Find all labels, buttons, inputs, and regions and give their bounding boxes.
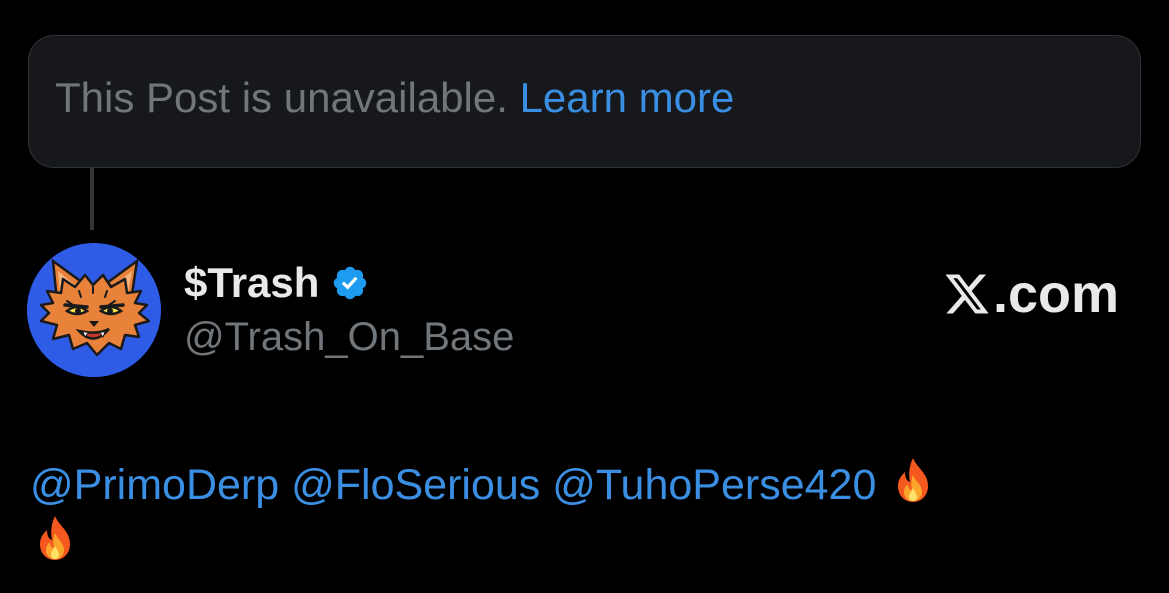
- mention-link[interactable]: @TuhoPerse420: [552, 461, 876, 509]
- learn-more-link[interactable]: Learn more: [520, 74, 735, 121]
- author-name-row[interactable]: $Trash: [184, 258, 369, 308]
- author-handle[interactable]: @Trash_On_Base: [184, 312, 514, 362]
- notice-message: This Post is unavailable.: [55, 74, 508, 121]
- x-logo-icon: [945, 274, 989, 314]
- post-text: @PrimoDerp @FloSerious @TuhoPerse420: [30, 455, 1130, 571]
- fire-icon: [40, 516, 70, 560]
- brand-label[interactable]: .com: [942, 262, 1119, 326]
- unavailable-post-notice: This Post is unavailable. Learn more: [28, 35, 1141, 168]
- verified-badge-icon: [334, 266, 367, 300]
- fire-icon: [898, 458, 929, 502]
- brand-domain-suffix: .com: [992, 264, 1119, 324]
- avatar[interactable]: [27, 243, 161, 377]
- mention-link[interactable]: @PrimoDerp: [30, 461, 279, 509]
- author-display-name[interactable]: $Trash: [184, 258, 319, 308]
- cat-avatar-icon: [27, 243, 161, 377]
- unavailable-post-text: This Post is unavailable. Learn more: [55, 72, 734, 124]
- mention-link[interactable]: @FloSerious: [291, 461, 540, 509]
- post-embed: This Post is unavailable. Learn more $Tr…: [0, 0, 1169, 593]
- thread-connector-line: [90, 168, 94, 230]
